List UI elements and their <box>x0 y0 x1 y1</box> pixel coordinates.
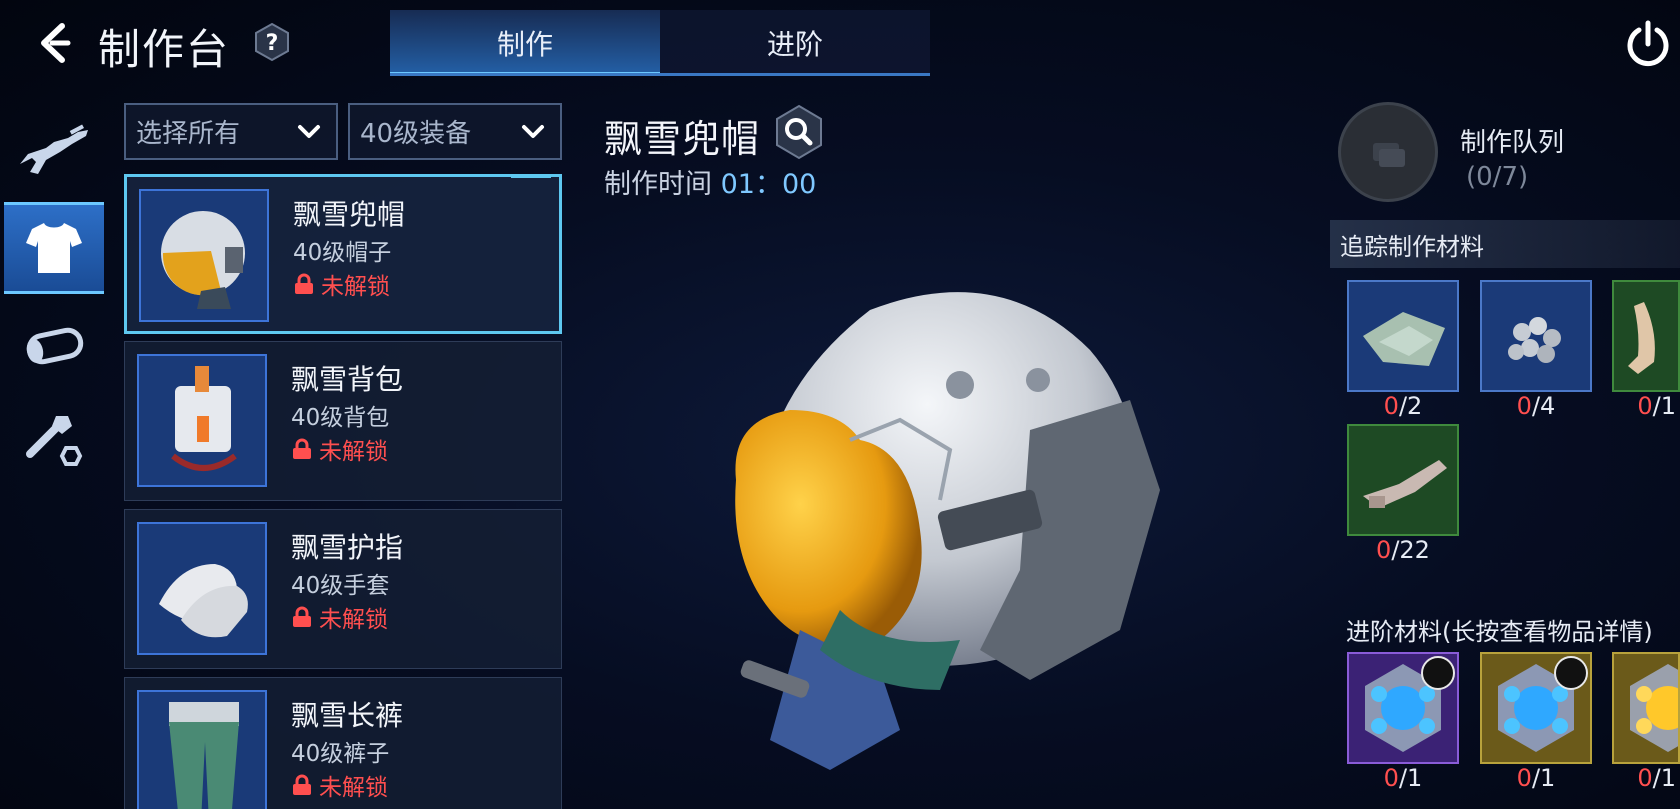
material-slot-wrapper: 0/2 <box>1347 280 1459 420</box>
lock-icon <box>295 273 313 294</box>
material-slot[interactable] <box>1347 424 1459 536</box>
page-title: 制作台 <box>98 25 231 74</box>
rifle-icon <box>20 124 88 174</box>
craft-time: 制作时间 01：00 <box>604 162 816 201</box>
material-count: 0/4 <box>1516 392 1556 420</box>
status-label: 未解锁 <box>319 439 388 465</box>
advanced-slot[interactable] <box>1347 652 1459 764</box>
lock-icon <box>293 606 311 627</box>
locked-status: 未解锁 <box>291 768 388 802</box>
gloves-thumbnail-icon <box>137 522 267 655</box>
chevron-down-icon <box>522 125 544 138</box>
claw-icon <box>1628 302 1655 374</box>
material-slot[interactable] <box>1612 280 1680 392</box>
power-button[interactable] <box>1622 18 1674 70</box>
badge-icon <box>1554 656 1588 690</box>
material-slot-wrapper: 0/22 <box>1347 424 1459 564</box>
tab-craft[interactable]: 制作 <box>390 10 660 76</box>
craft-queue-button[interactable] <box>1338 102 1438 202</box>
list-item-gloves[interactable]: 飘雪护指 40级手套 未解锁 <box>124 509 562 669</box>
backpack-thumbnail-icon <box>137 354 267 487</box>
category-dropdown-value: 选择所有 <box>136 119 241 149</box>
advanced-slot[interactable] <box>1480 652 1592 764</box>
lock-icon <box>293 438 311 459</box>
category-dropdown[interactable]: 选择所有 <box>124 103 338 160</box>
canister-icon <box>26 327 84 365</box>
material-slot-wrapper: 0/1 <box>1612 280 1680 420</box>
material-slot[interactable] <box>1480 280 1592 392</box>
core-orb-gold-icon <box>1630 664 1678 752</box>
power-icon <box>1627 20 1669 67</box>
material-slot-wrapper: 0/4 <box>1480 280 1592 420</box>
advanced-slot[interactable] <box>1612 652 1680 764</box>
tab-underline <box>390 73 930 76</box>
queue-icon <box>1373 143 1405 167</box>
list-item-hood[interactable]: 飘雪兜帽 40级帽子 未解锁 <box>124 174 562 334</box>
locked-status: 未解锁 <box>293 267 390 301</box>
material-count: 0/1 <box>1516 764 1556 792</box>
locked-status: 未解锁 <box>291 600 388 634</box>
help-icon[interactable]: ? <box>252 22 292 62</box>
level-dropdown-value: 40级装备 <box>360 119 472 149</box>
tracked-materials-title: 追踪制作材料 <box>1340 232 1484 261</box>
tab-bar: 制作 进阶 <box>390 10 930 76</box>
advanced-materials-title: 进阶材料(长按查看物品详情) <box>1346 618 1653 646</box>
status-label: 未解锁 <box>319 775 388 801</box>
helmet-preview-image[interactable] <box>700 270 1220 809</box>
back-button[interactable] <box>30 18 80 68</box>
list-item-backpack[interactable]: 飘雪背包 40级背包 未解锁 <box>124 341 562 501</box>
item-type: 40级背包 <box>291 405 390 431</box>
craft-time-label: 制作时间 <box>604 169 712 200</box>
item-name: 飘雪护指 <box>291 531 404 564</box>
material-count: 0/1 <box>1637 764 1676 792</box>
svg-text:?: ? <box>266 31 279 56</box>
item-type: 40级手套 <box>291 573 390 599</box>
item-type: 40级裤子 <box>291 741 390 767</box>
parts-icon <box>26 416 83 466</box>
back-arrow-icon <box>41 23 71 63</box>
pants-thumbnail-icon <box>137 690 267 809</box>
tracked-materials-header: 追踪制作材料 <box>1330 220 1680 268</box>
craft-queue-count: (0/7) <box>1466 162 1529 192</box>
helmet-thumbnail-icon <box>139 189 269 322</box>
material-count: 0/22 <box>1376 536 1430 564</box>
cloth-icon <box>1363 312 1445 366</box>
inspect-button[interactable] <box>774 104 824 160</box>
item-name: 飘雪兜帽 <box>293 198 406 231</box>
shirt-icon <box>26 223 82 273</box>
material-count: 0/1 <box>1383 764 1423 792</box>
bolts-icon <box>1508 317 1561 363</box>
lock-icon <box>293 774 311 795</box>
rail-item-parts[interactable] <box>4 392 104 484</box>
level-dropdown[interactable]: 40级装备 <box>348 103 562 160</box>
status-label: 未解锁 <box>319 607 388 633</box>
material-count: 0/1 <box>1637 392 1676 420</box>
badge-icon <box>1421 656 1455 690</box>
item-type: 40级帽子 <box>293 240 392 266</box>
material-slot[interactable] <box>1347 280 1459 392</box>
advanced-slot-wrapper: 0/1 <box>1480 652 1592 792</box>
craft-queue-title: 制作队列 <box>1460 128 1565 158</box>
rail-item-consumables[interactable] <box>4 300 104 392</box>
advanced-slot-wrapper: 0/1 <box>1612 652 1680 792</box>
chevron-down-icon <box>298 125 320 138</box>
rail-item-weapons[interactable] <box>4 102 104 194</box>
locked-status: 未解锁 <box>291 432 388 466</box>
rail-item-armor[interactable] <box>4 202 104 294</box>
selected-item-name: 飘雪兜帽 <box>604 117 761 161</box>
status-label: 未解锁 <box>321 274 390 300</box>
material-count: 0/2 <box>1383 392 1423 420</box>
item-name: 飘雪背包 <box>291 363 404 396</box>
search-icon <box>776 104 822 160</box>
list-item-pants[interactable]: 飘雪长裤 40级裤子 未解锁 <box>124 677 562 809</box>
item-name: 飘雪长裤 <box>291 699 404 732</box>
category-rail <box>4 102 104 522</box>
tab-advance[interactable]: 进阶 <box>660 10 930 76</box>
craft-time-value: 01：00 <box>720 169 817 200</box>
metal-part-icon <box>1363 460 1447 508</box>
advanced-slot-wrapper: 0/1 <box>1347 652 1459 792</box>
